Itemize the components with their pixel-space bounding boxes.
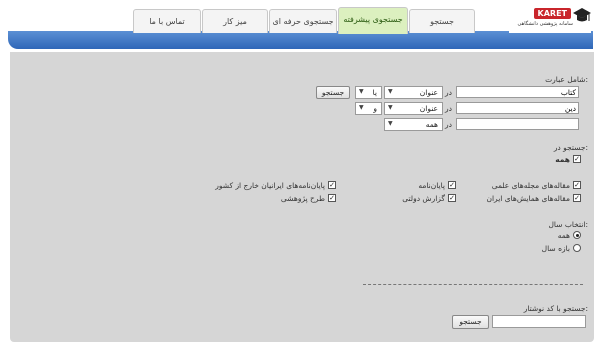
field-select-2[interactable]: عنوان ▼	[384, 102, 443, 115]
field-select-1-value: عنوان	[419, 88, 438, 97]
term-input-2[interactable]	[456, 102, 579, 114]
year-label: انتخاب سال:	[548, 220, 588, 229]
source-label-theses: پایان‌نامه	[418, 181, 445, 190]
source-label-research-projects: طرح پژوهشی	[280, 194, 325, 203]
chevron-down-icon: ▼	[388, 88, 393, 95]
in-label-2: در	[445, 104, 452, 113]
graduation-cap-icon	[573, 8, 591, 22]
contains-label: شامل عبارت:	[545, 75, 588, 84]
tab-search[interactable]: جستجو	[409, 9, 475, 33]
term-input-1[interactable]	[456, 86, 579, 98]
logo-tagline: سامانه پژوهشی دانشگاهی	[517, 21, 573, 27]
chevron-down-icon: ▼	[359, 88, 364, 95]
year-radio-range-label: بازه سال	[541, 244, 570, 253]
all-sources-label: همه	[555, 155, 570, 164]
field-select-3-value: همه	[425, 120, 438, 129]
logo[interactable]: KARET سامانه پژوهشی دانشگاهی	[509, 3, 591, 33]
author-code-search-button[interactable]: جستجو	[452, 315, 489, 329]
tab-workspace[interactable]: میز کار	[202, 9, 268, 33]
in-label-3: در	[445, 120, 452, 129]
source-label-journal-articles: مقاله‌های مجله‌های علمی	[491, 181, 570, 190]
source-checkbox-government-reports[interactable]: ✓	[448, 194, 456, 202]
source-label-theses-abroad: پایان‌نامه‌های ایرانیان خارج از کشور	[215, 181, 325, 190]
logo-name: KARET	[533, 8, 571, 19]
author-code-input[interactable]	[492, 315, 586, 328]
advanced-search-panel: شامل عبارت: در عنوان ▼ یا ▼ جستجو در عنو…	[10, 52, 594, 342]
chevron-down-icon: ▼	[388, 120, 393, 127]
year-radio-all[interactable]	[573, 231, 581, 239]
operator-select-2[interactable]: و ▼	[355, 102, 382, 115]
author-code-label: جستجو با کد نوشتار:	[523, 304, 588, 313]
year-radio-all-label: همه	[557, 231, 570, 240]
search-in-label: جستجو در:	[553, 143, 588, 152]
header: تماس با ما میز کار جستجوی حرفه ای جستجوی…	[8, 3, 593, 49]
source-label-government-reports: گزارش دولتی	[402, 194, 445, 203]
field-select-1[interactable]: عنوان ▼	[384, 86, 443, 99]
source-checkbox-conference-articles[interactable]: ✓	[573, 194, 581, 202]
divider	[363, 284, 583, 285]
operator-select-2-value: و	[373, 104, 377, 113]
year-radio-range[interactable]	[573, 244, 581, 252]
source-checkbox-research-projects[interactable]: ✓	[328, 194, 336, 202]
tab-professional-search[interactable]: جستجوی حرفه ای	[269, 9, 337, 33]
tab-advanced-search[interactable]: جستجوی پیشرفته	[338, 7, 408, 34]
source-checkbox-theses-abroad[interactable]: ✓	[328, 181, 336, 189]
field-select-3[interactable]: همه ▼	[384, 118, 443, 131]
source-checkbox-theses[interactable]: ✓	[448, 181, 456, 189]
source-checkbox-journal-articles[interactable]: ✓	[573, 181, 581, 189]
in-label-1: در	[445, 88, 452, 97]
term-input-3[interactable]	[456, 118, 579, 130]
header-bar	[8, 31, 593, 49]
search-button[interactable]: جستجو	[316, 86, 350, 99]
chevron-down-icon: ▼	[359, 104, 364, 111]
field-select-2-value: عنوان	[419, 104, 438, 113]
all-sources-checkbox[interactable]: ✓	[573, 155, 581, 163]
source-label-conference-articles: مقاله‌های همایش‌های ایران	[486, 194, 570, 203]
operator-select-1[interactable]: یا ▼	[355, 86, 382, 99]
chevron-down-icon: ▼	[388, 104, 393, 111]
tab-contact[interactable]: تماس با ما	[133, 9, 201, 33]
operator-select-1-value: یا	[372, 88, 377, 97]
